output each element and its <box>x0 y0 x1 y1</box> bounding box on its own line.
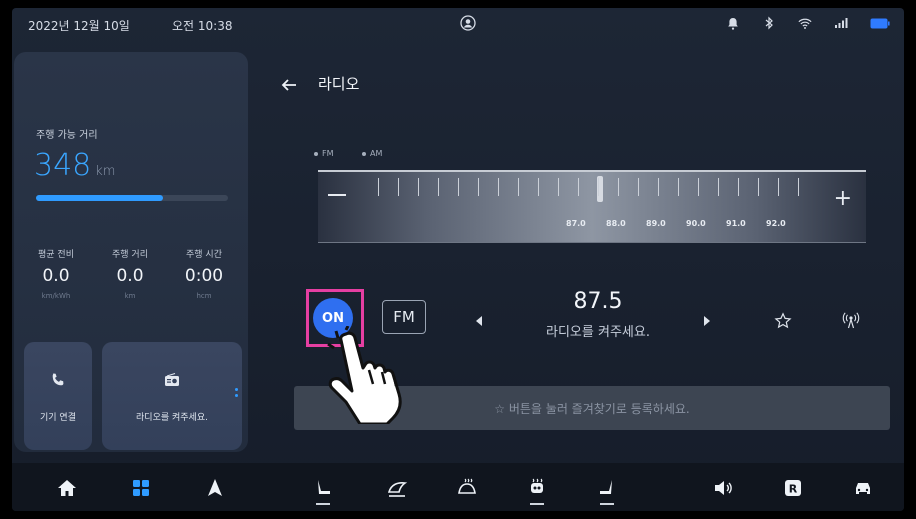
stat-label: 주행 시간 <box>186 250 222 260</box>
range-progress-fill <box>36 195 163 201</box>
dial-freq-label: 89.0 <box>646 219 666 228</box>
wifi-icon <box>798 16 812 30</box>
dial-tick <box>598 178 599 196</box>
stat-unit: hcm <box>196 292 212 300</box>
dial-freq-label: 87.0 <box>566 219 586 228</box>
radio-widget-tile[interactable]: 라디오를 켜주세요. <box>102 342 242 450</box>
seat-driver-indicator <box>316 503 330 505</box>
range-progress-bar <box>36 195 228 201</box>
page-indicator <box>235 388 238 400</box>
current-frequency: 87.5 <box>573 289 623 314</box>
phone-icon <box>50 372 66 388</box>
defrost-icon[interactable] <box>456 477 478 499</box>
screen: 2022년 12월 10일 오전 10:38 주행 가능 거리 348 km 평… <box>12 8 904 511</box>
dial-tick <box>438 178 439 196</box>
dial-tick <box>618 178 619 196</box>
seek-prev-icon[interactable] <box>474 312 484 326</box>
dial-freq-label: 92.0 <box>766 219 786 228</box>
dial-tick <box>518 178 519 196</box>
radio-icon <box>164 372 180 388</box>
stat-unit: km <box>124 292 136 300</box>
dial-freq-label: 90.0 <box>686 219 706 228</box>
apps-icon[interactable] <box>130 477 152 499</box>
volume-icon[interactable] <box>712 477 734 499</box>
stat-value: 0.0 <box>42 266 70 286</box>
dial-tick <box>378 178 379 196</box>
navigation-icon[interactable] <box>204 477 226 499</box>
phone-tile-label: 기기 연결 <box>40 413 76 423</box>
range-label: 주행 가능 거리 <box>36 130 98 141</box>
band-am-label: AM <box>370 149 383 158</box>
fan-icon[interactable] <box>386 477 408 499</box>
band-fm-option[interactable]: FM <box>314 149 334 158</box>
dial-tick <box>578 178 579 196</box>
stat-distance: 주행 거리 0.0 km <box>100 247 160 300</box>
dial-tick <box>638 178 639 196</box>
battery-icon <box>870 16 890 30</box>
seat-passenger-icon[interactable] <box>596 477 618 499</box>
dial-tick <box>718 178 719 196</box>
seat-heat-indicator <box>530 503 544 505</box>
band-fm-label: FM <box>322 149 334 158</box>
tuning-dial[interactable]: + 87.0 88.0 89.0 90.0 91.0 92.0 <box>318 170 866 243</box>
seat-driver-icon[interactable] <box>312 477 334 499</box>
dial-minus-icon[interactable] <box>328 194 346 196</box>
dial-tick <box>418 178 419 196</box>
band-dot <box>362 151 366 156</box>
status-time: 오전 10:38 <box>172 19 233 33</box>
dial-tick <box>458 178 459 196</box>
dial-plus-icon[interactable]: + <box>834 188 852 210</box>
dial-tick <box>658 178 659 196</box>
band-dot <box>314 151 318 156</box>
dial-tick <box>498 178 499 196</box>
dial-tick <box>758 178 759 196</box>
antenna-icon[interactable] <box>841 310 861 330</box>
home-icon[interactable] <box>56 477 78 499</box>
status-date: 2022년 12월 10일 <box>28 19 130 33</box>
dial-tick <box>678 178 679 196</box>
vehicle-info-panel: 주행 가능 거리 348 km 평균 전비 0.0 km/kWh 주행 거리 0.… <box>14 52 248 452</box>
stat-time: 주행 시간 0:00 hcm <box>174 247 234 300</box>
dial-tick <box>558 178 559 196</box>
dial-freq-label: 88.0 <box>606 219 626 228</box>
stat-label: 평균 전비 <box>38 250 74 260</box>
bottom-dock: R <box>12 463 904 511</box>
seat-heat-icon[interactable] <box>526 477 548 499</box>
radio-status-message: 라디오를 켜주세요. <box>546 325 650 340</box>
dial-tick <box>798 178 799 196</box>
favorite-star-icon[interactable] <box>774 312 792 330</box>
profile-icon[interactable] <box>460 15 476 31</box>
page-title: 라디오 <box>318 75 360 93</box>
svg-text:R: R <box>789 483 798 496</box>
dial-tick <box>738 178 739 196</box>
dial-freq-label: 91.0 <box>726 219 746 228</box>
bluetooth-icon <box>762 16 776 30</box>
favorites-hint-text: ☆ 버튼을 눌러 즐겨찾기로 등록하세요. <box>494 401 690 416</box>
band-am-option[interactable]: AM <box>362 149 382 158</box>
seek-next-icon[interactable] <box>702 312 712 326</box>
dial-tick <box>778 178 779 196</box>
dial-tick <box>698 178 699 196</box>
dial-tick <box>478 178 479 196</box>
car-icon[interactable] <box>852 477 874 499</box>
rear-icon[interactable]: R <box>782 477 804 499</box>
dial-tick <box>538 178 539 196</box>
hand-pointer-icon <box>324 325 414 426</box>
stat-label: 주행 거리 <box>112 250 148 260</box>
signal-icon <box>834 16 848 30</box>
stat-unit: km/kWh <box>41 292 71 300</box>
radio-tile-label: 라디오를 켜주세요. <box>136 413 208 423</box>
seat-passenger-indicator <box>600 503 614 505</box>
stat-value: 0:00 <box>184 266 224 286</box>
phone-connect-tile[interactable]: 기기 연결 <box>24 342 92 450</box>
range-value: 348 km <box>34 148 115 183</box>
back-arrow-icon[interactable] <box>280 76 298 94</box>
range-unit: km <box>95 164 116 179</box>
range-number: 348 <box>34 148 92 183</box>
stat-efficiency: 평균 전비 0.0 km/kWh <box>26 247 86 300</box>
dial-tick <box>398 178 399 196</box>
bell-icon <box>726 16 740 30</box>
status-bar: 2022년 12월 10일 오전 10:38 <box>12 8 904 42</box>
stat-value: 0.0 <box>116 266 144 286</box>
